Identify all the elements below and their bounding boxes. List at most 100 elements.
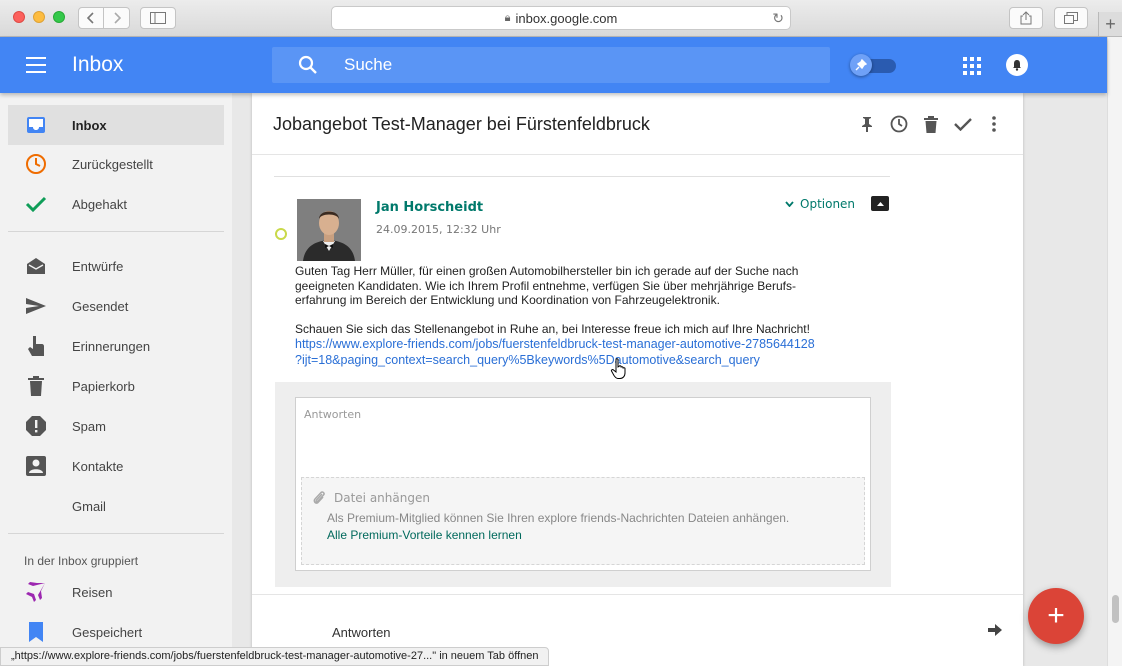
premium-benefits-link[interactable]: Alle Premium-Vorteile kennen lernen (327, 528, 522, 542)
group-heading: In der Inbox gruppiert (24, 554, 139, 568)
sidebar-item-inbox[interactable]: Inbox (8, 105, 224, 145)
search-box[interactable] (272, 47, 830, 83)
hand-cursor-icon (610, 358, 626, 379)
drafts-icon (24, 254, 48, 278)
message-body: Guten Tag Herr Müller, für einen großen … (295, 264, 845, 368)
job-link-line: ?ijt=18&paging_context=search_query%5Bke… (295, 353, 760, 367)
forward-button[interactable] (104, 7, 130, 29)
sidebar-item-done[interactable]: Abgehakt (8, 184, 224, 224)
show-tabs-button[interactable] (1054, 7, 1088, 29)
pin-icon (850, 54, 872, 76)
sidebar-item-label: Gmail (72, 498, 106, 514)
forward-arrow-icon[interactable] (988, 624, 1002, 636)
sidebar-item-label: Kontakte (72, 458, 124, 474)
sidebar-item-label: Spam (72, 418, 106, 434)
zoom-window-button[interactable] (53, 11, 65, 23)
sidebar-item-label: Abgehakt (72, 196, 127, 212)
sidebar: Inbox Zurückgestellt Abgehakt Entwürfe G… (0, 93, 232, 666)
trash-icon (24, 374, 48, 398)
back-button[interactable] (78, 7, 104, 29)
link-status-bar: „https://www.explore-friends.com/jobs/fu… (0, 647, 550, 666)
reload-icon[interactable]: ↻ (772, 10, 784, 27)
sidebar-item-label: Reisen (72, 584, 113, 600)
search-input[interactable] (344, 47, 804, 83)
mark-done-icon[interactable] (953, 114, 973, 134)
sidebar-item-spam[interactable]: Spam (8, 406, 224, 446)
pinned-toggle[interactable] (850, 54, 896, 76)
page-scrollbar[interactable] (1107, 37, 1122, 666)
bookmark-icon (24, 620, 48, 644)
sidebar-item-snoozed[interactable]: Zurückgestellt (8, 144, 224, 184)
clock-icon (24, 152, 48, 176)
sidebar-item-gmail[interactable]: Gmail (8, 486, 224, 526)
sidebar-item-saved[interactable]: Gespeichert (8, 612, 224, 652)
chevron-down-icon (785, 199, 794, 210)
notifications-button[interactable] (1006, 54, 1028, 76)
app-title: Inbox (72, 53, 124, 76)
share-icon (1020, 11, 1032, 25)
scrollbar-thumb[interactable] (1112, 595, 1119, 623)
share-button[interactable] (1009, 7, 1043, 29)
thread-subject: Jobangebot Test-Manager bei Fürstenfeldb… (273, 114, 650, 134)
sidebar-item-label: Inbox (72, 117, 107, 133)
collapse-button[interactable] (871, 196, 889, 211)
delete-icon[interactable] (921, 114, 941, 134)
attachment-dropzone[interactable]: Datei anhängen Als Premium-Mitglied könn… (301, 477, 865, 565)
sidebar-item-travel[interactable]: Reisen (8, 572, 224, 612)
new-tab-button[interactable]: + (1098, 12, 1122, 36)
sidebar-item-contacts[interactable]: Kontakte (8, 446, 224, 486)
check-icon (24, 192, 48, 216)
reply-field[interactable]: Antworten Datei anhängen Als Premium-Mit… (295, 397, 871, 571)
close-window-button[interactable] (13, 11, 25, 23)
menu-icon[interactable] (26, 57, 46, 73)
sender-name[interactable]: Jan Horscheidt (376, 200, 483, 215)
snooze-clock-icon[interactable] (889, 114, 909, 134)
attach-label: Datei anhängen (334, 491, 430, 505)
job-link[interactable]: https://www.explore-friends.com/jobs/fue… (295, 336, 855, 368)
premium-note: Als Premium-Mitglied können Sie Ihren ex… (327, 511, 790, 525)
sidebar-item-label: Gesendet (72, 298, 129, 314)
sidebar-item-drafts[interactable]: Entwürfe (8, 246, 224, 286)
lock-icon: 🔒︎ (504, 11, 511, 24)
job-link-line: https://www.explore-friends.com/jobs/fue… (295, 337, 815, 351)
address-bar[interactable]: 🔒︎ inbox.google.com ↻ (331, 6, 791, 30)
reply-area: Antworten Datei anhängen Als Premium-Mit… (275, 382, 891, 587)
minimize-window-button[interactable] (33, 11, 45, 23)
inbox-icon (24, 113, 48, 137)
chevron-up-icon (876, 201, 884, 206)
options-button[interactable]: Optionen (785, 197, 855, 211)
sidebar-item-sent[interactable]: Gesendet (8, 286, 224, 326)
avatar (297, 199, 361, 261)
sidebar-item-label: Papierkorb (72, 378, 135, 394)
sidebar-item-reminders[interactable]: Erinnerungen (8, 326, 224, 366)
sidebar-divider (8, 533, 224, 534)
attach-file-button[interactable]: Datei anhängen (312, 490, 430, 506)
body-line: erfahrung im Bereich der Entwicklung und… (295, 293, 720, 307)
show-sidebar-button[interactable] (140, 7, 176, 29)
reply-placeholder: Antworten (304, 408, 362, 421)
pin-icon[interactable] (857, 114, 877, 134)
body-line: Guten Tag Herr Müller, für einen großen … (295, 264, 799, 278)
tabs-icon (1064, 12, 1078, 24)
sidebar-item-label: Entwürfe (72, 258, 124, 274)
unread-indicator (275, 228, 287, 240)
url-text: inbox.google.com (515, 10, 618, 26)
message-date: 24.09.2015, 12:32 Uhr (376, 223, 501, 236)
plane-icon (24, 580, 48, 604)
options-label: Optionen (800, 197, 856, 211)
browser-toolbar: 🔒︎ inbox.google.com ↻ + (0, 0, 1122, 37)
more-vert-icon[interactable] (984, 114, 1004, 134)
apps-grid-icon[interactable] (963, 57, 981, 75)
sidebar-item-label: Erinnerungen (72, 338, 151, 354)
chevron-right-icon (113, 12, 121, 24)
sidebar-item-label: Zurückgestellt (72, 156, 153, 172)
compose-button[interactable]: + (1028, 588, 1084, 644)
bell-icon (1013, 60, 1021, 71)
app-header: Inbox (0, 37, 1107, 93)
sidebar-item-trash[interactable]: Papierkorb (8, 366, 224, 406)
spam-icon (24, 414, 48, 438)
thread-card: Jobangebot Test-Manager bei Fürstenfeldb… (252, 93, 1023, 666)
paperclip-icon (313, 491, 325, 504)
sidebar-item-label: Gespeichert (72, 624, 143, 640)
thread-header: Jobangebot Test-Manager bei Fürstenfeldb… (252, 93, 1023, 155)
